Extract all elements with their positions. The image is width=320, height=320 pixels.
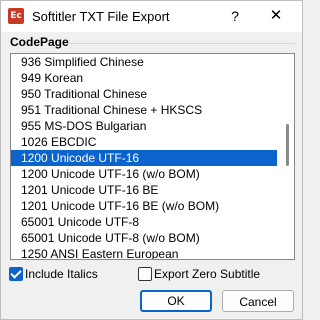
codepage-list-item[interactable]: 1201 Unicode UTF-16 BE (w/o BOM) (11, 198, 277, 214)
codepage-list: 936 Simplified Chinese 949 Korean 950 Trad… (11, 54, 277, 259)
include-italics-option[interactable]: Include Italics (9, 266, 119, 282)
help-button[interactable]: ? (223, 5, 247, 27)
app-icon: Ec (8, 8, 24, 24)
codepage-list-item[interactable]: 1201 Unicode UTF-16 BE (11, 182, 277, 198)
codepage-list-item[interactable]: 1200 Unicode UTF-16 (11, 150, 277, 166)
include-italics-checkbox[interactable] (9, 267, 23, 281)
codepage-list-item[interactable]: 950 Traditional Chinese (11, 86, 277, 102)
codepage-list-item[interactable]: 1026 EBCDIC (11, 134, 277, 150)
ok-button[interactable]: OK (140, 290, 212, 312)
group-divider (67, 43, 295, 44)
export-zero-subtitle-checkbox[interactable] (138, 267, 152, 281)
codepage-list-item[interactable]: 936 Simplified Chinese (11, 54, 277, 70)
codepage-list-item[interactable]: 951 Traditional Chinese + HKSCS (11, 102, 277, 118)
export-zero-subtitle-option[interactable]: Export Zero Subtitle (138, 266, 278, 282)
codepage-group-label: CodePage (10, 35, 69, 49)
cancel-button[interactable]: Cancel (222, 290, 294, 312)
export-dialog: Ec Softitler TXT File Export ? ✕ CodePag… (0, 0, 303, 320)
codepage-list-item[interactable]: 949 Korean (11, 70, 277, 86)
close-button[interactable]: ✕ (261, 5, 291, 27)
codepage-list-item[interactable]: 955 MS-DOS Bulgarian (11, 118, 277, 134)
codepage-list-item[interactable]: 1200 Unicode UTF-16 (w/o BOM) (11, 166, 277, 182)
codepage-list-item[interactable]: 65001 Unicode UTF-8 (w/o BOM) (11, 230, 277, 246)
vertical-scrollbar[interactable] (278, 54, 294, 259)
codepage-listbox[interactable]: 936 Simplified Chinese 949 Korean 950 Trad… (10, 53, 295, 260)
include-italics-label: Include Italics (25, 267, 98, 281)
export-zero-subtitle-label: Export Zero Subtitle (154, 267, 261, 281)
title-bar[interactable]: Ec Softitler TXT File Export ? ✕ (1, 1, 302, 32)
codepage-list-item[interactable]: 65001 Unicode UTF-8 (11, 214, 277, 230)
window-title: Softitler TXT File Export (32, 9, 170, 24)
codepage-list-item[interactable]: 1250 ANSI Eastern European (11, 246, 277, 259)
scrollbar-thumb[interactable] (286, 124, 289, 166)
